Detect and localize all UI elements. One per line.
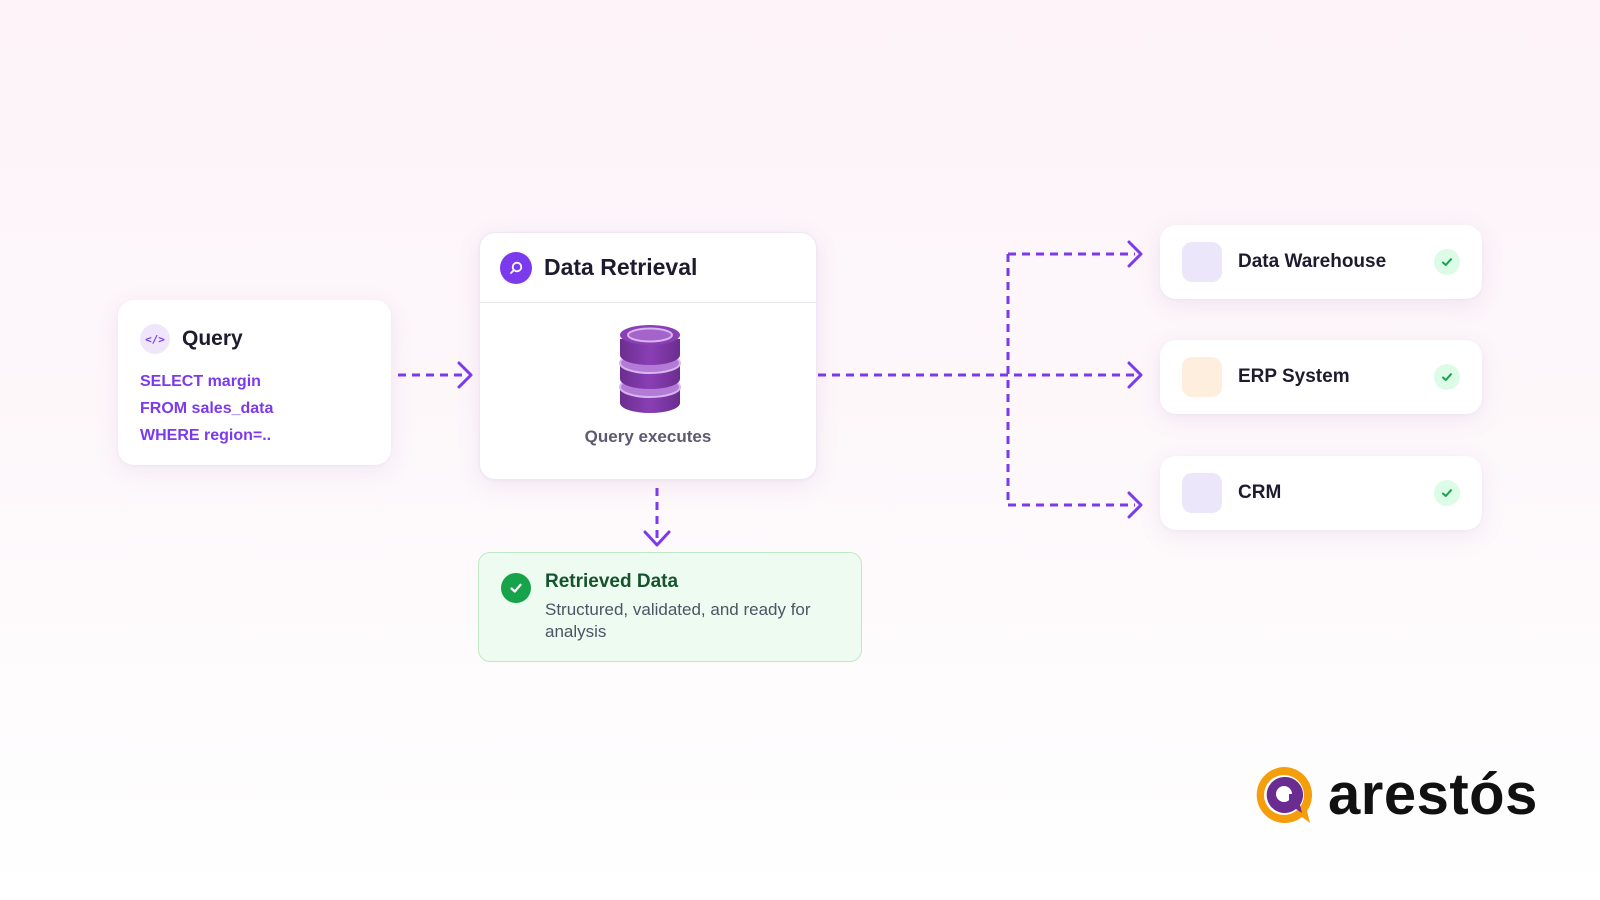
- source-label: Data Warehouse: [1238, 251, 1387, 272]
- check-icon: [1434, 364, 1460, 390]
- data-retrieval-card: Data Retrieval Query executes: [479, 232, 817, 480]
- retrieved-text: Retrieved Data Structured, validated, an…: [545, 571, 835, 643]
- source-swatch: [1182, 242, 1222, 282]
- retrieved-data-card: Retrieved Data Structured, validated, an…: [478, 552, 862, 662]
- query-header: </> Query: [140, 324, 369, 354]
- check-icon: [501, 573, 531, 603]
- retrieval-header: Data Retrieval: [480, 233, 816, 303]
- logo-mark-icon: [1256, 767, 1313, 823]
- database-icon: [619, 325, 681, 413]
- check-icon: [1434, 249, 1460, 275]
- check-icon: [1434, 480, 1460, 506]
- retrieved-description: Structured, validated, and ready for ana…: [545, 600, 811, 641]
- source-card-data-warehouse: Data Warehouse: [1160, 225, 1482, 299]
- sql-line: FROM sales_data: [140, 400, 274, 417]
- search-icon: [500, 251, 532, 284]
- query-card: </> Query SELECT margin FROM sales_data …: [118, 300, 391, 465]
- source-card-erp-system: ERP System: [1160, 340, 1482, 414]
- source-swatch: [1182, 357, 1222, 397]
- source-label: ERP System: [1238, 366, 1350, 387]
- code-icon: </>: [140, 324, 170, 354]
- query-title: Query: [182, 327, 243, 350]
- brand-wordmark: arestós: [1328, 762, 1538, 827]
- source-swatch: [1182, 473, 1222, 513]
- source-card-crm: CRM: [1160, 456, 1482, 530]
- source-label: CRM: [1238, 482, 1282, 503]
- brand-logo: arestós: [1252, 763, 1538, 827]
- retrieval-title: Data Retrieval: [544, 254, 698, 280]
- sql-line: WHERE region=..: [140, 427, 272, 444]
- retrieved-title: Retrieved Data: [545, 571, 679, 592]
- sql-line: SELECT margin: [140, 373, 261, 390]
- retrieval-caption: Query executes: [584, 427, 712, 446]
